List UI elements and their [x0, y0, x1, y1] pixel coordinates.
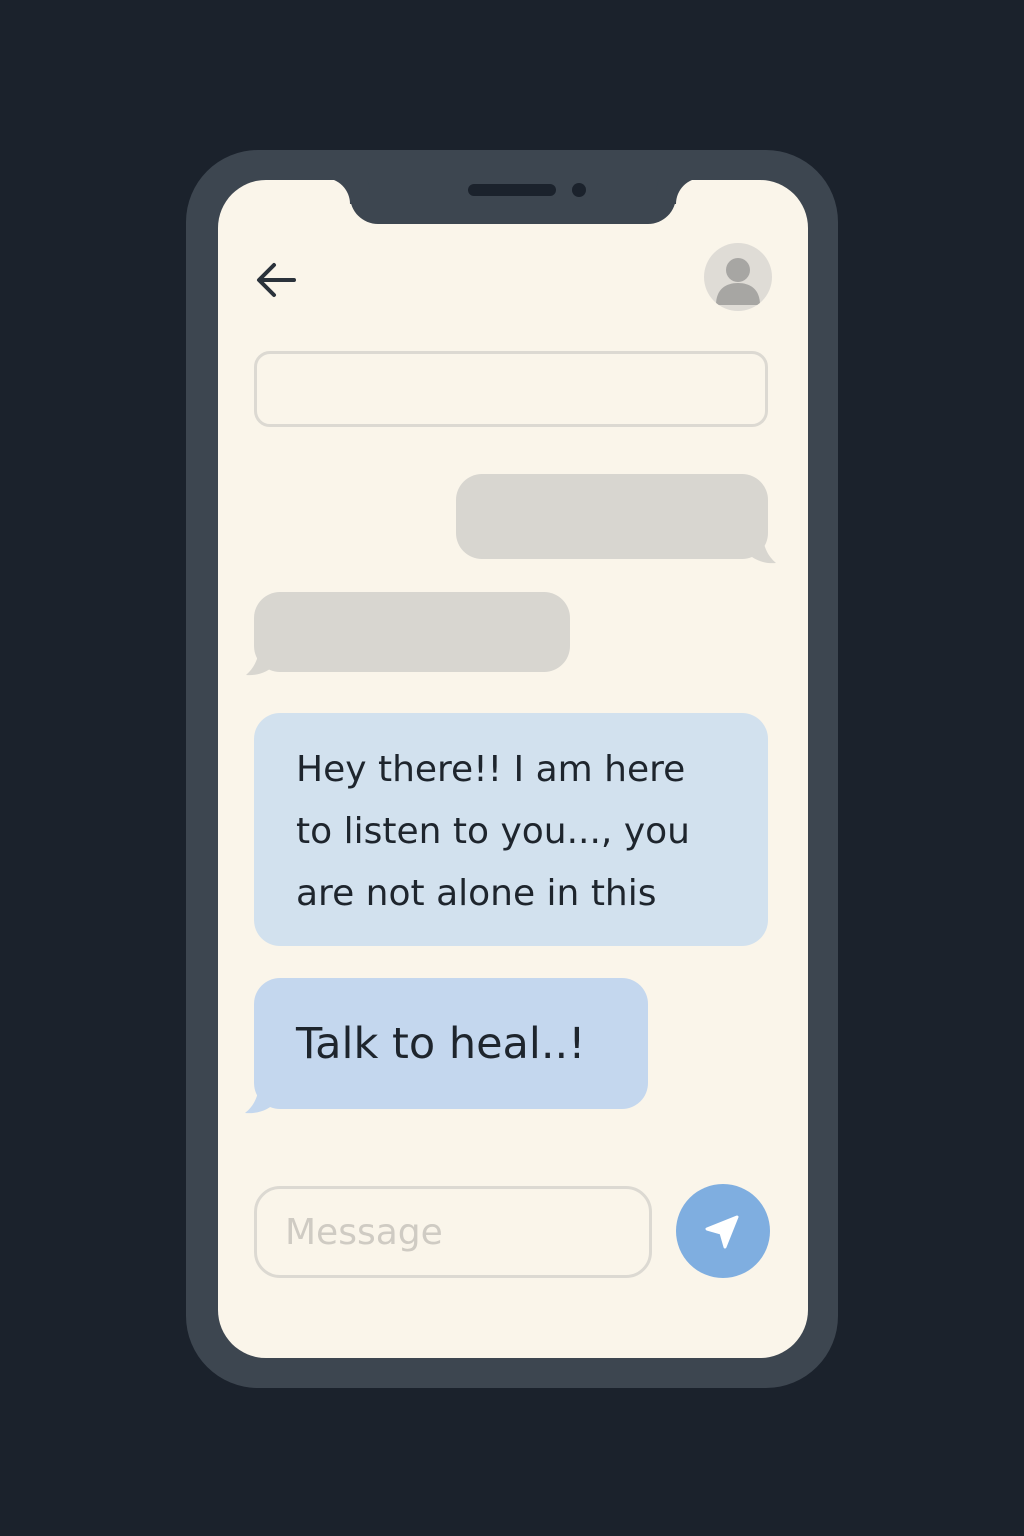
bubble-tail [245, 1082, 277, 1114]
message-input[interactable] [254, 1186, 652, 1278]
phone-notch [350, 180, 676, 224]
phone-screen: Hey there!! I am here to listen to you..… [218, 180, 808, 1358]
bubble-tail [246, 646, 276, 676]
search-input[interactable] [254, 351, 768, 427]
bubble-tail [746, 534, 776, 564]
back-button[interactable] [250, 256, 302, 304]
arrow-left-icon [257, 263, 296, 297]
send-arrow-icon [705, 1215, 739, 1249]
message-text: Talk to heal..! [296, 1018, 586, 1069]
avatar[interactable] [704, 243, 772, 311]
user-avatar-icon [716, 258, 760, 305]
received-message-bubble [246, 592, 570, 676]
received-message-bubble: Hey there!! I am here to listen to you..… [254, 713, 768, 946]
received-message-bubble: Talk to heal..! [245, 978, 648, 1114]
message-text: Hey there!! I am here to listen to you..… [296, 749, 690, 914]
front-camera [572, 183, 586, 197]
send-button[interactable] [676, 1184, 770, 1278]
sent-message-bubble [456, 474, 776, 564]
speaker-grille [468, 184, 556, 196]
